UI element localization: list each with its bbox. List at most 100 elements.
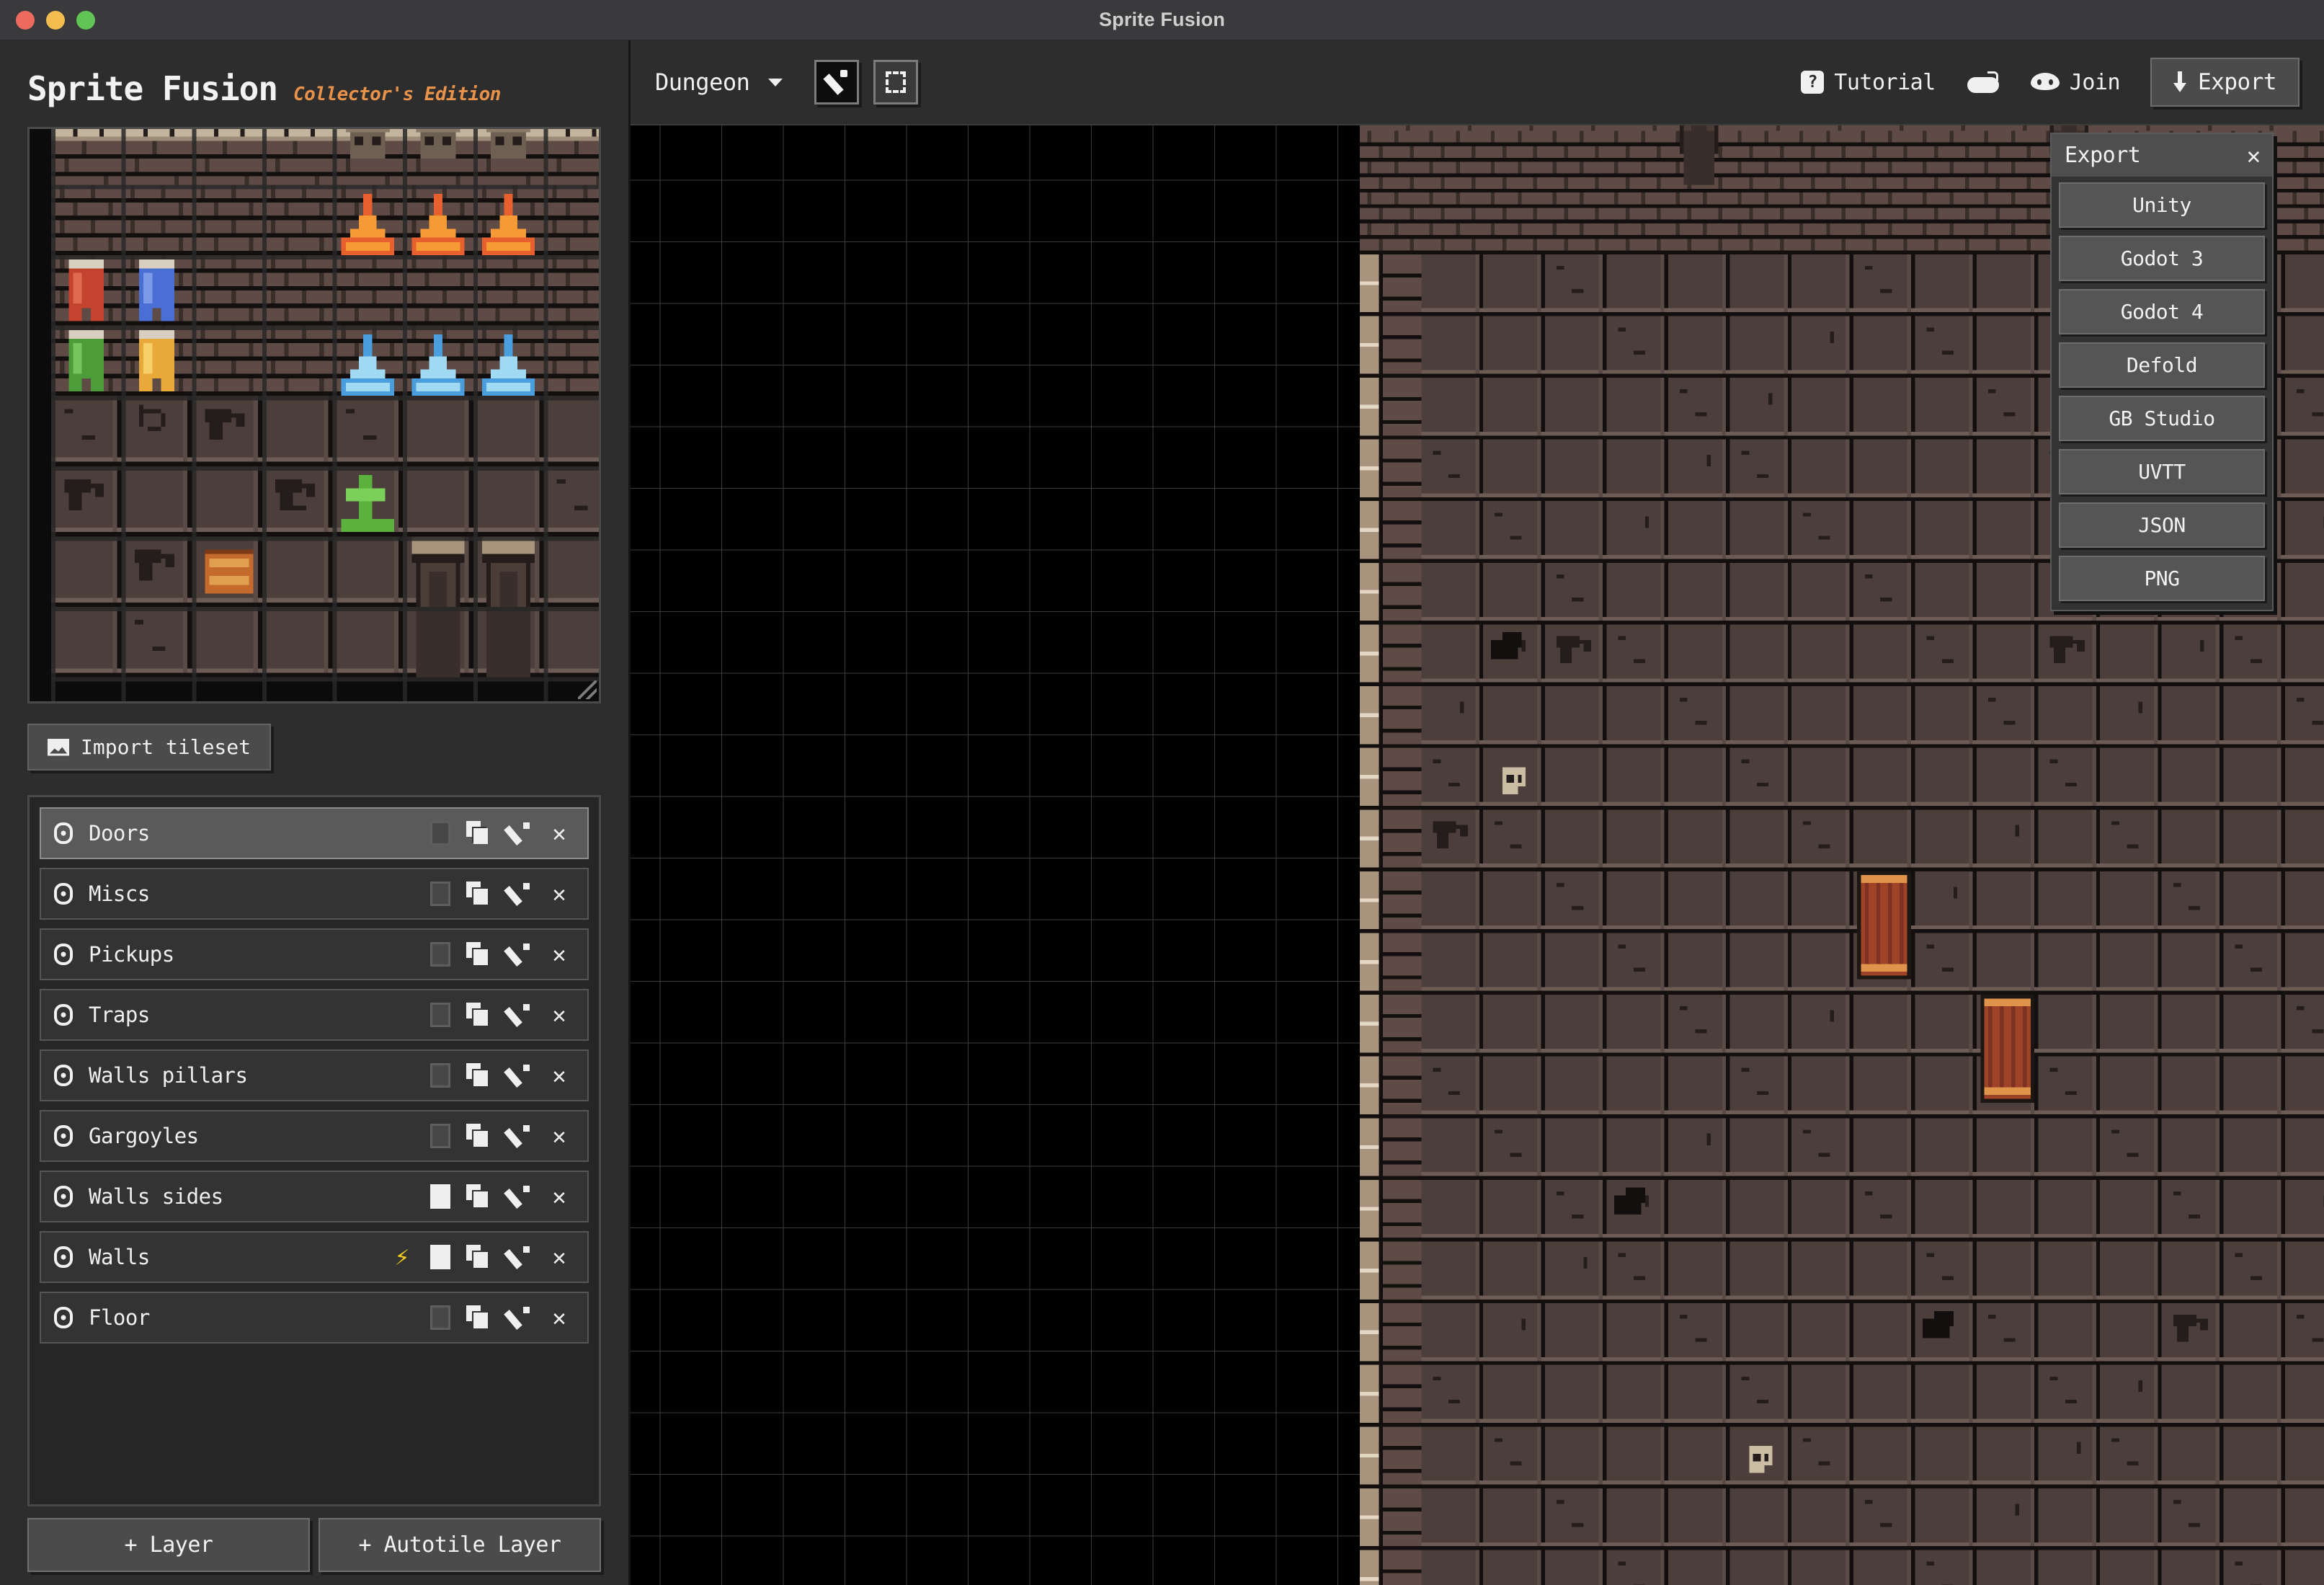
select-tool-button[interactable] bbox=[873, 60, 918, 105]
layer-row-pickups[interactable]: Pickups✕ bbox=[40, 928, 589, 980]
pencil-icon[interactable] bbox=[507, 1305, 531, 1330]
join-discord-button[interactable]: Join bbox=[2031, 70, 2120, 95]
pencil-icon[interactable] bbox=[507, 1124, 531, 1148]
layer-name-label: Gargoyles bbox=[89, 1124, 430, 1148]
close-icon[interactable]: ✕ bbox=[547, 1305, 571, 1330]
duplicate-icon[interactable] bbox=[466, 1124, 491, 1148]
pencil-icon[interactable] bbox=[507, 882, 531, 906]
close-icon[interactable]: ✕ bbox=[547, 1063, 571, 1088]
export-panel-title: Export bbox=[2065, 143, 2140, 168]
tileset-preview-panel[interactable] bbox=[27, 127, 601, 703]
pencil-icon[interactable] bbox=[507, 1245, 531, 1269]
eye-icon[interactable] bbox=[54, 1125, 73, 1147]
pencil-icon[interactable] bbox=[507, 821, 531, 845]
lightning-bolt-icon[interactable]: ⚡ bbox=[390, 1245, 414, 1269]
eye-icon[interactable] bbox=[54, 1307, 73, 1328]
duplicate-icon[interactable] bbox=[466, 1305, 491, 1330]
layer-row-actions: ✕ bbox=[430, 1063, 571, 1088]
export-button[interactable]: Export bbox=[2150, 58, 2299, 107]
tutorial-button[interactable]: ? Tutorial bbox=[1801, 70, 1936, 95]
dungeon-tileset-preview[interactable] bbox=[51, 127, 601, 703]
gamepad-button[interactable] bbox=[1967, 71, 1999, 93]
export-option-godot-4[interactable]: Godot 4 bbox=[2059, 289, 2265, 334]
tileset-selector[interactable]: Dungeon bbox=[655, 68, 783, 96]
dungeon-tileset-image[interactable] bbox=[51, 127, 601, 703]
duplicate-icon[interactable] bbox=[466, 1245, 491, 1269]
export-option-defold[interactable]: Defold bbox=[2059, 342, 2265, 388]
pencil-icon[interactable] bbox=[507, 942, 531, 967]
layer-row-floor[interactable]: Floor✕ bbox=[40, 1292, 589, 1344]
duplicate-icon[interactable] bbox=[466, 1184, 491, 1209]
export-option-uvtt[interactable]: UVTT bbox=[2059, 449, 2265, 494]
export-option-gb-studio[interactable]: GB Studio bbox=[2059, 396, 2265, 441]
duplicate-icon[interactable] bbox=[466, 1063, 491, 1088]
layer-row-gargoyles[interactable]: Gargoyles ✕ bbox=[40, 1110, 589, 1162]
layer-row-traps[interactable]: Traps ✕ bbox=[40, 989, 589, 1041]
eye-icon[interactable] bbox=[54, 1065, 73, 1086]
close-icon[interactable]: ✕ bbox=[2247, 144, 2261, 167]
close-icon[interactable]: ✕ bbox=[547, 1245, 571, 1269]
layer-name-label: Traps bbox=[89, 1003, 430, 1027]
eye-icon[interactable] bbox=[54, 883, 73, 905]
duplicate-icon[interactable] bbox=[466, 821, 491, 845]
duplicate-icon[interactable] bbox=[466, 942, 491, 967]
collapse-icon[interactable] bbox=[430, 1063, 450, 1088]
export-option-unity[interactable]: Unity bbox=[2059, 182, 2265, 228]
import-tileset-label: Import tileset bbox=[81, 735, 251, 759]
export-option-godot-3[interactable]: Godot 3 bbox=[2059, 236, 2265, 281]
close-icon[interactable]: ✕ bbox=[547, 942, 571, 967]
app-body: Sprite Fusion Collector's Edition Import… bbox=[0, 40, 2324, 1585]
close-icon[interactable]: ✕ bbox=[547, 821, 571, 845]
eye-icon[interactable] bbox=[54, 1186, 73, 1207]
layer-name-label: Miscs bbox=[89, 882, 430, 906]
collapse-icon[interactable] bbox=[430, 882, 450, 906]
map-canvas[interactable]: Export ✕ Unity Godot 3 Godot 4 Defold GB Stu… bbox=[631, 125, 2324, 1585]
layer-row-walls[interactable]: Walls⚡✕ bbox=[40, 1231, 589, 1283]
layer-row-walls-sides[interactable]: Walls sides✕ bbox=[40, 1171, 589, 1222]
collapse-icon[interactable] bbox=[430, 1305, 450, 1330]
add-layer-button[interactable]: + Layer bbox=[27, 1518, 310, 1572]
collapse-icon[interactable] bbox=[430, 942, 450, 967]
export-label: Export bbox=[2198, 69, 2276, 95]
export-options-list: Unity Godot 3 Godot 4 Defold GB Studio UVTT JS… bbox=[2052, 177, 2272, 610]
export-option-json[interactable]: JSON bbox=[2059, 502, 2265, 548]
close-icon[interactable]: ✕ bbox=[547, 1124, 571, 1148]
export-panel-header: Export ✕ bbox=[2052, 134, 2272, 177]
layer-row-doors[interactable]: Doors✕ bbox=[40, 807, 589, 859]
close-icon[interactable]: ✕ bbox=[547, 1003, 571, 1027]
pencil-icon[interactable] bbox=[507, 1063, 531, 1088]
eye-icon[interactable] bbox=[54, 944, 73, 965]
layer-row-actions: ✕ bbox=[430, 942, 571, 967]
layer-row-actions: ⚡✕ bbox=[390, 1245, 571, 1269]
brand-name: Sprite Fusion bbox=[27, 69, 277, 108]
close-icon[interactable]: ✕ bbox=[547, 882, 571, 906]
duplicate-icon[interactable] bbox=[466, 882, 491, 906]
resize-grip-handle[interactable] bbox=[578, 680, 597, 699]
layers-list[interactable]: Doors✕Miscs✕Pickups✕Traps✕Walls pillars✕… bbox=[27, 795, 601, 1506]
layer-name-label: Walls bbox=[89, 1245, 390, 1269]
layer-row-actions: ✕ bbox=[430, 1124, 571, 1148]
import-tileset-button[interactable]: Import tileset bbox=[27, 724, 271, 771]
add-autotile-layer-button[interactable]: + Autotile Layer bbox=[319, 1518, 601, 1572]
help-circle-icon: ? bbox=[1801, 71, 1824, 94]
layer-row-miscs[interactable]: Miscs ✕ bbox=[40, 868, 589, 920]
collapse-icon[interactable] bbox=[430, 821, 450, 845]
export-option-png[interactable]: PNG bbox=[2059, 556, 2265, 601]
layer-row-actions: ✕ bbox=[430, 1184, 571, 1209]
layer-row-walls-pillars[interactable]: Walls pillars✕ bbox=[40, 1049, 589, 1101]
download-arrow-icon bbox=[2173, 71, 2186, 93]
layer-row-actions: ✕ bbox=[430, 1003, 571, 1027]
collapse-icon[interactable] bbox=[430, 1003, 450, 1027]
collapse-icon[interactable] bbox=[430, 1124, 450, 1148]
tileset-selector-value: Dungeon bbox=[655, 68, 749, 96]
pencil-icon[interactable] bbox=[507, 1184, 531, 1209]
collapse-icon[interactable] bbox=[430, 1184, 450, 1209]
pencil-tool-button[interactable] bbox=[814, 60, 859, 105]
duplicate-icon[interactable] bbox=[466, 1003, 491, 1027]
eye-icon[interactable] bbox=[54, 822, 73, 844]
eye-icon[interactable] bbox=[54, 1246, 73, 1268]
eye-icon[interactable] bbox=[54, 1004, 73, 1026]
pencil-icon[interactable] bbox=[507, 1003, 531, 1027]
collapse-icon[interactable] bbox=[430, 1245, 450, 1269]
close-icon[interactable]: ✕ bbox=[547, 1184, 571, 1209]
